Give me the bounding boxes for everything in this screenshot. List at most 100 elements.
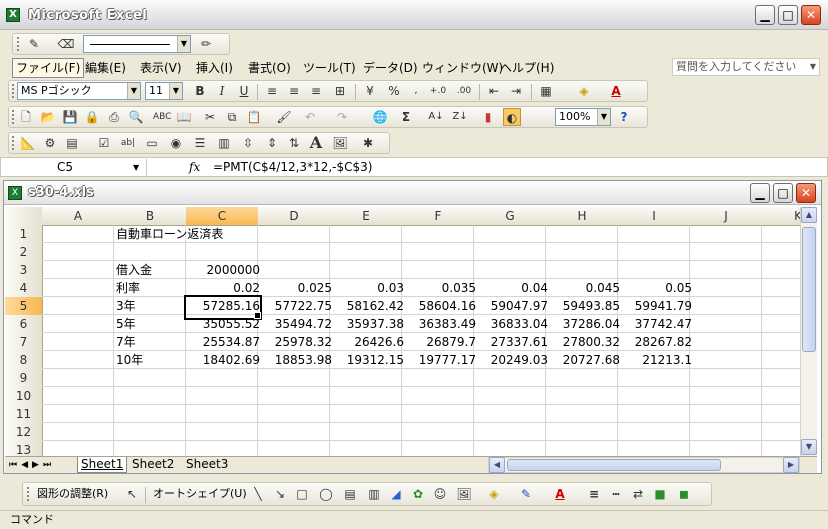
spreadsheet-grid[interactable]: A B C D E F G H I J K 1 2 3 4 5 6 7 8 9 … — [5, 207, 802, 456]
fill-color-icon[interactable]: ◈ — [485, 485, 503, 503]
cell-term-label[interactable]: 10年 — [114, 351, 145, 369]
insert-function-icon[interactable]: fx — [189, 159, 200, 176]
paste-icon[interactable]: 📋 — [245, 108, 263, 126]
row-header-4[interactable]: 4 — [5, 279, 43, 298]
cell-payment[interactable]: 58162.42 — [330, 297, 406, 315]
menu-data[interactable]: データ(D) — [363, 59, 418, 77]
toolbar-grip[interactable] — [12, 136, 15, 150]
line-icon[interactable]: ╲ — [249, 485, 267, 503]
research-icon[interactable]: 📖 — [175, 108, 193, 126]
arrow-icon[interactable]: ↘ — [271, 485, 289, 503]
row-header-8[interactable]: 8 — [5, 351, 43, 370]
formula-input[interactable]: =PMT(C$4/12,3*12,-$C$3) — [213, 159, 372, 176]
increase-decimal-icon[interactable]: +.0 — [429, 82, 447, 100]
column-header-e[interactable]: E — [330, 207, 403, 226]
workbook-close-button[interactable]: ✕ — [796, 183, 816, 203]
toolbar-grip[interactable] — [12, 84, 15, 98]
row-header-10[interactable]: 10 — [5, 387, 43, 406]
new-file-icon[interactable]: 🗋 — [17, 108, 35, 126]
row-header-2[interactable]: 2 — [5, 243, 43, 262]
checkbox-control-icon[interactable]: ☑ — [95, 134, 113, 152]
cell-rate[interactable]: 0.05 — [618, 279, 694, 297]
fill-handle[interactable] — [254, 312, 261, 319]
select-objects-icon[interactable]: ↖ — [123, 485, 141, 503]
align-right-icon[interactable]: ≡ — [307, 82, 325, 100]
help-search-input[interactable]: 質問を入力してください ▼ — [672, 58, 820, 76]
scroll-up-button[interactable]: ▲ — [801, 207, 817, 223]
format-painter-icon[interactable]: 🖌 — [275, 108, 293, 126]
toolbar-grip[interactable] — [12, 110, 15, 124]
print-icon[interactable]: ⎙ — [105, 108, 123, 126]
workbook-restore-button[interactable]: □ — [773, 183, 793, 203]
image-control-icon[interactable]: 🖼 — [331, 134, 349, 152]
row-header-6[interactable]: 6 — [5, 315, 43, 334]
cell-payment[interactable]: 35937.38 — [330, 315, 406, 333]
cell-payment[interactable]: 25978.32 — [258, 333, 334, 351]
cut-icon[interactable]: ✂ — [201, 108, 219, 126]
listbox-control-icon[interactable]: ☰ — [191, 134, 209, 152]
cell-b1-title[interactable]: 自動車ローン返済表 — [114, 225, 225, 243]
diagram-icon[interactable]: ✿ — [409, 485, 427, 503]
decrease-decimal-icon[interactable]: .00 — [455, 82, 473, 100]
row-header-3[interactable]: 3 — [5, 261, 43, 280]
arrow-style-icon[interactable]: ⇄ — [629, 485, 647, 503]
cell-payment[interactable]: 36383.49 — [402, 315, 478, 333]
font-color-icon[interactable]: A — [607, 82, 625, 100]
horizontal-scroll-thumb[interactable] — [507, 459, 721, 471]
autosum-icon[interactable]: Σ — [397, 108, 415, 126]
shadow-style-icon[interactable]: ■ — [651, 485, 669, 503]
menu-tools[interactable]: ツール(T) — [303, 59, 356, 77]
save-icon[interactable]: 💾 — [61, 108, 79, 126]
column-header-j[interactable]: J — [690, 207, 763, 226]
chart-wizard-icon[interactable]: ▮ — [479, 108, 497, 126]
sort-descending-icon[interactable]: Z↓ — [451, 108, 469, 126]
row-header-12[interactable]: 12 — [5, 423, 43, 442]
cell-term-label[interactable]: 5年 — [114, 315, 138, 333]
align-left-icon[interactable]: ≡ — [263, 82, 281, 100]
cell-payment[interactable]: 18402.69 — [186, 351, 262, 369]
chevron-down-icon[interactable]: ▼ — [807, 59, 819, 75]
cell-payment[interactable]: 18853.98 — [258, 351, 334, 369]
cell-payment[interactable]: 26426.6 — [330, 333, 406, 351]
column-header-d[interactable]: D — [258, 207, 331, 226]
cell-payment[interactable]: 58604.16 — [402, 297, 478, 315]
cell-payment[interactable]: 35494.72 — [258, 315, 334, 333]
cell-payment[interactable]: 21213.1 — [618, 351, 694, 369]
menu-edit[interactable]: 編集(E) — [85, 59, 126, 77]
autoshapes-menu-button[interactable]: オートシェイプ(U) — [153, 485, 247, 503]
oval-icon[interactable]: ◯ — [317, 485, 335, 503]
cell-payment[interactable]: 59493.85 — [546, 297, 622, 315]
sheet-tab-sheet1[interactable]: Sheet1 — [77, 457, 128, 473]
borders-icon[interactable]: ▦ — [537, 82, 555, 100]
vertical-textbox-icon[interactable]: ▥ — [365, 485, 383, 503]
row-header-1[interactable]: 1 — [5, 225, 43, 244]
properties-icon[interactable]: ⚙ — [41, 134, 59, 152]
line-color-icon[interactable]: ✏ — [197, 35, 215, 53]
scroll-left-button[interactable]: ◀ — [489, 457, 505, 473]
menu-file[interactable]: ファイル(F) — [12, 58, 85, 78]
sheet-tab-sheet3[interactable]: Sheet3 — [183, 457, 231, 472]
chevron-down-icon[interactable]: ▼ — [127, 83, 140, 99]
textbox-icon[interactable]: ▤ — [341, 485, 359, 503]
font-size-select[interactable]: 11 ▼ — [145, 82, 183, 100]
scroll-down-button[interactable]: ▼ — [801, 439, 817, 455]
option-button-control-icon[interactable]: ◉ — [167, 134, 185, 152]
cell-payment[interactable]: 20249.03 — [474, 351, 550, 369]
redo-icon[interactable]: ↷ — [333, 108, 351, 126]
wordart-icon[interactable]: ◢ — [387, 485, 405, 503]
underline-icon[interactable]: U — [235, 82, 253, 100]
fill-color-icon[interactable]: ◈ — [575, 82, 593, 100]
minimize-button[interactable]: ▁ — [755, 5, 775, 25]
print-preview-icon[interactable]: 🔍 — [127, 108, 145, 126]
cell-rate[interactable]: 0.035 — [402, 279, 478, 297]
close-button[interactable]: ✕ — [801, 5, 821, 25]
permission-icon[interactable]: 🔒 — [83, 108, 101, 126]
label-control-icon[interactable]: A — [307, 134, 325, 152]
insert-picture-icon[interactable]: 🖼 — [455, 485, 473, 503]
cell-payment[interactable]: 25534.87 — [186, 333, 262, 351]
cell-payment[interactable]: 28267.82 — [618, 333, 694, 351]
drawing-toggle-icon[interactable]: ◐ — [503, 108, 521, 126]
cell-payment[interactable]: 57722.75 — [258, 297, 334, 315]
font-color-icon[interactable]: A — [551, 485, 569, 503]
toolbar-grip[interactable] — [17, 37, 20, 51]
